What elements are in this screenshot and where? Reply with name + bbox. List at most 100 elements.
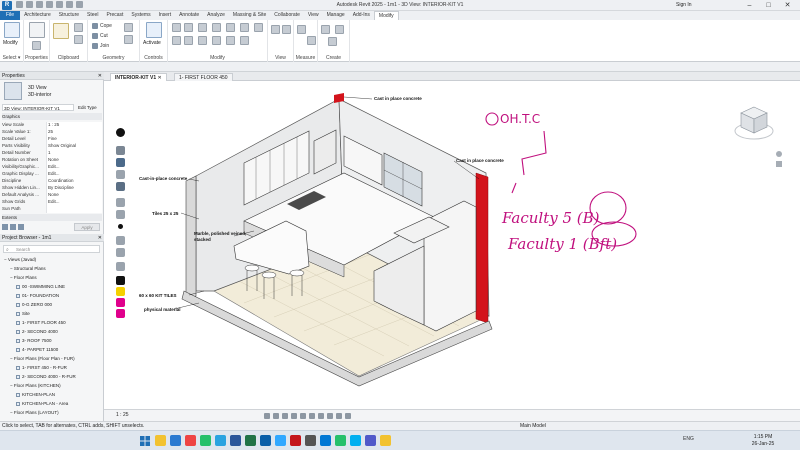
browser-item[interactable]: KITCHEN-PLAN	[16, 391, 55, 398]
tab-architecture[interactable]: Architecture	[20, 11, 55, 20]
annotation-wall-tiles[interactable]: Tiles 25 x 25	[152, 211, 178, 216]
align-icon[interactable]	[172, 23, 181, 32]
graphics-section[interactable]: Graphics	[2, 113, 102, 120]
eye-icon[interactable]	[116, 146, 125, 155]
browser-item[interactable]: 1- FIRST FLOOR 450	[16, 319, 66, 326]
tab-view[interactable]: View	[304, 11, 323, 20]
property-value[interactable]: Edit...	[46, 171, 102, 178]
store-icon[interactable]	[320, 435, 331, 446]
tab-modify[interactable]: Modify	[373, 11, 399, 20]
offset-icon[interactable]	[184, 23, 193, 32]
property-row[interactable]: Rotation on Sheet None	[2, 157, 102, 164]
settings-icon[interactable]	[305, 435, 316, 446]
activate-label[interactable]: Activate	[143, 40, 161, 46]
sign-in-link[interactable]: Sign In	[676, 2, 692, 8]
split-face-icon[interactable]	[124, 35, 133, 44]
property-row[interactable]: Default Analysis ... None	[2, 192, 102, 199]
skype-icon[interactable]	[350, 435, 361, 446]
property-row[interactable]: Detail Level Fine	[2, 136, 102, 143]
annotation-cast-in-place-2[interactable]: Cast in place concrete	[456, 158, 504, 163]
browser-search-input[interactable]: Search	[3, 245, 100, 253]
color-magenta-swatch[interactable]	[116, 298, 125, 307]
language-indicator[interactable]: ENG	[683, 436, 694, 442]
browser-item[interactable]: 4- PARPET 11500	[16, 346, 58, 353]
browser-item[interactable]: − Floor Plans (KITCHEN)	[10, 382, 61, 389]
property-row[interactable]: View Scale 1 : 25	[2, 122, 102, 129]
property-value[interactable]: None	[46, 192, 102, 199]
pin-icon[interactable]	[254, 23, 263, 32]
grid-view-icon[interactable]	[2, 224, 8, 230]
pointer-icon[interactable]	[116, 170, 125, 179]
visual-style-icon[interactable]	[273, 413, 279, 419]
activate-icon[interactable]	[146, 22, 162, 38]
mirror-icon[interactable]	[198, 23, 207, 32]
detail-level-icon[interactable]	[264, 413, 270, 419]
sort-icon[interactable]	[10, 224, 16, 230]
property-row[interactable]: Parts Visibility Show Original	[2, 143, 102, 150]
property-row[interactable]: Graphic Display ... Edit...	[2, 171, 102, 178]
select-dropdown[interactable]: Select ▾	[0, 55, 23, 61]
browser-item[interactable]: KITCHEN-PLAN - Area	[16, 400, 68, 407]
property-row[interactable]: Show Grids Edit...	[2, 199, 102, 206]
browser-item[interactable]: 2- SECOND 4000	[16, 328, 58, 335]
property-row[interactable]: Show Hidden Lin... By Discipline	[2, 185, 102, 192]
browser-item[interactable]: − Floor Plans (Floor Plan - FUR)	[10, 355, 75, 362]
steering-wheel-icon[interactable]	[776, 151, 782, 157]
crop-view-icon[interactable]	[309, 413, 315, 419]
browser-item[interactable]: 00 -SWIMMING LINE	[16, 283, 65, 290]
close-properties-icon[interactable]: ✕	[98, 72, 102, 80]
scale-icon[interactable]	[240, 23, 249, 32]
paste-icon[interactable]	[53, 23, 69, 39]
paint-icon[interactable]	[124, 23, 133, 32]
apply-button[interactable]: Apply	[74, 223, 100, 231]
create-assembly-icon[interactable]	[321, 25, 330, 34]
chrome-icon[interactable]	[185, 435, 196, 446]
property-row[interactable]: Visibility/Graphic... Edit...	[2, 164, 102, 171]
split-icon[interactable]	[212, 23, 221, 32]
show-crop-icon[interactable]	[318, 413, 324, 419]
edit-type-button[interactable]: Edit Type	[78, 104, 97, 111]
modify-button-label[interactable]: Modify	[3, 40, 18, 46]
annotation-kit-tiles[interactable]: 60 x 60 KIT TILES	[139, 293, 177, 298]
minimize-icon[interactable]: –	[740, 0, 759, 11]
tab-systems[interactable]: Systems	[127, 11, 154, 20]
tab-first-floor[interactable]: 1- FIRST FLOOR 450	[174, 73, 233, 81]
maximize-icon[interactable]: □	[759, 0, 778, 11]
browser-item[interactable]: 01- FOUNDATION	[16, 292, 59, 299]
property-row[interactable]: Detail Number 1	[2, 150, 102, 157]
file-explorer-icon[interactable]	[155, 435, 166, 446]
type-properties-icon[interactable]	[32, 41, 41, 50]
sun-path-icon[interactable]	[282, 413, 288, 419]
property-value[interactable]	[46, 206, 102, 213]
pen-icon[interactable]	[116, 198, 125, 207]
browser-item[interactable]: Site	[16, 310, 30, 317]
select-arrow-icon[interactable]	[116, 158, 125, 167]
tab-annotate[interactable]: Annotate	[175, 11, 203, 20]
unpin-icon[interactable]	[226, 36, 235, 45]
browser-item[interactable]: 1- FIRST 450 - R-FUR	[16, 364, 67, 371]
create-parts-icon[interactable]	[335, 25, 344, 34]
create-group-icon[interactable]	[328, 37, 337, 46]
copy-clipboard-icon[interactable]	[74, 35, 83, 44]
tab-analyze[interactable]: Analyze	[203, 11, 229, 20]
eraser-icon[interactable]	[116, 210, 125, 219]
modify-cursor-icon[interactable]	[4, 22, 20, 38]
tab-insert[interactable]: Insert	[155, 11, 176, 20]
cope-button[interactable]: Cope	[92, 23, 112, 29]
tab-collaborate[interactable]: Collaborate	[270, 11, 304, 20]
filter-icon[interactable]	[18, 224, 24, 230]
property-row[interactable]: Scale Value 1: 25	[2, 129, 102, 136]
copy-icon[interactable]	[184, 36, 193, 45]
trim-icon[interactable]	[212, 36, 221, 45]
tab-precast[interactable]: Precast	[102, 11, 127, 20]
paint-bucket-icon[interactable]	[116, 182, 125, 191]
property-row[interactable]: Sun Path	[2, 206, 102, 213]
property-value[interactable]: Fine	[46, 136, 102, 143]
drawing-canvas[interactable]: OH.T.C Faculty 5 (B) Faculty 1 (Bft) Cas…	[104, 81, 800, 409]
tab-add-ins[interactable]: Add-Ins	[349, 11, 374, 20]
measure-tool-icon[interactable]	[297, 25, 306, 34]
array-icon[interactable]	[226, 23, 235, 32]
autocad-icon[interactable]	[290, 435, 301, 446]
annotation-cast-in-place-3[interactable]: Cast-in-place concrete	[139, 176, 187, 181]
property-row[interactable]: Discipline Coordination	[2, 178, 102, 185]
